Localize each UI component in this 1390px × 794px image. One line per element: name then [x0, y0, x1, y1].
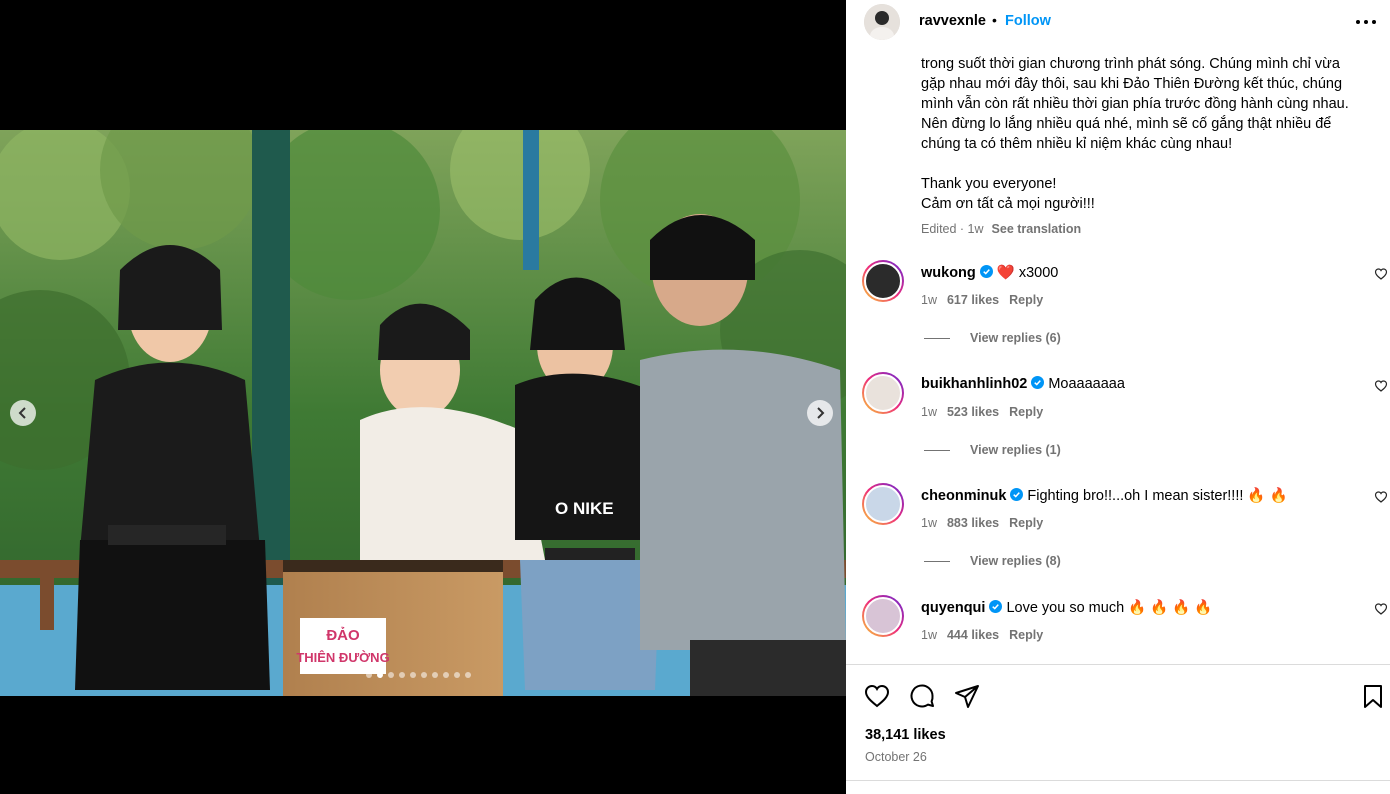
shirt-text: O NIKE: [555, 499, 614, 518]
follow-button[interactable]: Follow: [1005, 13, 1051, 29]
avatar[interactable]: [862, 260, 904, 302]
comment-text: Fighting bro!!...oh I mean sister!!!! 🔥 …: [1027, 488, 1288, 504]
comment-time[interactable]: 1w: [921, 405, 937, 419]
comment-line: wukong ❤️ x3000: [921, 264, 1058, 281]
comment-username[interactable]: cheonminuk: [921, 488, 1006, 504]
comment-time[interactable]: 1w: [921, 516, 937, 530]
comment-username[interactable]: quyenqui: [921, 600, 985, 616]
comment-like-heart-icon[interactable]: [1374, 490, 1388, 504]
save-bookmark-icon[interactable]: [1359, 682, 1387, 710]
like-count[interactable]: 38,141 likes: [865, 727, 946, 743]
view-replies-button[interactable]: View replies (1): [924, 443, 1061, 457]
slide-dot[interactable]: [465, 672, 471, 678]
comment-likes[interactable]: 883 likes: [947, 516, 999, 530]
comment-line: cheonminuk Fighting bro!!...oh I mean sis…: [921, 487, 1288, 504]
comment-likes[interactable]: 523 likes: [947, 405, 999, 419]
comment-line: buikhanhlinh02 Moaaaaaaa: [921, 376, 1125, 392]
view-replies-label: View replies (1): [970, 443, 1061, 457]
comment-text: Moaaaaaaa: [1048, 376, 1125, 392]
slide-dot[interactable]: [454, 672, 460, 678]
chevron-right-icon: [817, 407, 825, 419]
sign-line1: ĐẢO: [326, 627, 360, 644]
caption-text: trong suốt thời gian chương trình phát s…: [921, 56, 1349, 212]
comment-meta: 1w 444 likes Reply: [921, 628, 1053, 642]
see-translation-link[interactable]: See translation: [992, 222, 1082, 236]
more-horizontal-icon[interactable]: [1354, 12, 1378, 32]
divider: [846, 780, 1390, 781]
avatar[interactable]: [864, 4, 900, 40]
slide-dot[interactable]: [410, 672, 416, 678]
view-replies-button[interactable]: View replies (6): [924, 331, 1061, 345]
post-sidebar: ravvexnle • Follow trong suốt thời gian …: [846, 0, 1390, 794]
chevron-left-icon: [18, 407, 26, 419]
comment-text: Love you so much 🔥 🔥 🔥 🔥: [1006, 600, 1213, 616]
comment-likes[interactable]: 444 likes: [947, 628, 999, 642]
slide-dot[interactable]: [443, 672, 449, 678]
avatar[interactable]: [862, 483, 904, 525]
comment-meta: 1w 617 likes Reply: [921, 293, 1053, 307]
comment-username[interactable]: wukong: [921, 265, 976, 281]
comment-item: cheonminuk Fighting bro!!...oh I mean sis…: [846, 483, 1390, 593]
verified-badge-icon: [1010, 488, 1024, 501]
comment-line: quyenqui Love you so much 🔥 🔥 🔥 🔥: [921, 599, 1212, 616]
post-caption: trong suốt thời gian chương trình phát s…: [921, 54, 1361, 214]
replies-line: [924, 338, 950, 340]
replies-line: [924, 561, 950, 563]
sign-line2: THIÊN ĐƯỜNG: [296, 650, 389, 665]
comment-meta: 1w 523 likes Reply: [921, 405, 1053, 419]
comment-like-heart-icon[interactable]: [1374, 379, 1388, 393]
slide-dot[interactable]: [421, 672, 427, 678]
comment-meta: 1w 883 likes Reply: [921, 516, 1053, 530]
caption-meta: Edited · 1w See translation: [921, 222, 1081, 236]
next-slide-button[interactable]: [807, 400, 833, 426]
replies-line: [924, 450, 950, 452]
slide-dot[interactable]: [388, 672, 394, 678]
post-owner-username[interactable]: ravvexnle: [919, 13, 986, 29]
slide-dot[interactable]: [377, 672, 383, 678]
slide-dot[interactable]: [366, 672, 372, 678]
separator-dot: •: [992, 12, 997, 28]
avatar[interactable]: [862, 595, 904, 637]
view-replies-label: View replies (8): [970, 554, 1061, 568]
comment-like-heart-icon[interactable]: [1374, 267, 1388, 281]
verified-badge-icon: [979, 265, 993, 278]
reply-button[interactable]: Reply: [1009, 628, 1043, 642]
slide-indicator: [366, 672, 471, 678]
previous-slide-button[interactable]: [10, 400, 36, 426]
like-heart-icon[interactable]: [863, 682, 891, 710]
comment-item: quyenqui Love you so much 🔥 🔥 🔥 🔥 1w 444 li…: [846, 595, 1390, 664]
slide-dot[interactable]: [432, 672, 438, 678]
share-send-icon[interactable]: [953, 682, 981, 710]
comments-scroll-area[interactable]: trong suốt thời gian chương trình phát s…: [846, 42, 1390, 664]
post-photo[interactable]: O NIKE ĐẢO THIÊN ĐƯỜNG: [0, 130, 846, 696]
slide-dot[interactable]: [399, 672, 405, 678]
reply-button[interactable]: Reply: [1009, 293, 1043, 307]
comment-item: wukong ❤️ x3000 1w 617 likes Reply View repli…: [846, 260, 1390, 370]
post-date: October 26: [865, 750, 927, 764]
view-replies-button[interactable]: View replies (8): [924, 554, 1061, 568]
verified-badge-icon: [989, 600, 1003, 613]
media-viewer: O NIKE ĐẢO THIÊN ĐƯỜNG: [0, 0, 846, 794]
comment-like-heart-icon[interactable]: [1374, 602, 1388, 616]
comment-icon[interactable]: [908, 682, 936, 710]
comment-text: ❤️ x3000: [996, 265, 1059, 281]
view-replies-label: View replies (6): [970, 331, 1061, 345]
post-header: ravvexnle • Follow: [846, 0, 1390, 42]
avatar[interactable]: [862, 372, 904, 414]
post-actions: 38,141 likes October 26: [846, 664, 1390, 794]
comment-username[interactable]: buikhanhlinh02: [921, 376, 1027, 392]
reply-button[interactable]: Reply: [1009, 405, 1043, 419]
verified-badge-icon: [1031, 376, 1045, 389]
comment-time[interactable]: 1w: [921, 628, 937, 642]
comment-item: buikhanhlinh02 Moaaaaaaa 1w 523 likes Reply V…: [846, 372, 1390, 482]
comment-likes[interactable]: 617 likes: [947, 293, 999, 307]
reply-button[interactable]: Reply: [1009, 516, 1043, 530]
comment-time[interactable]: 1w: [921, 293, 937, 307]
caption-edited-time: Edited · 1w: [921, 222, 984, 236]
